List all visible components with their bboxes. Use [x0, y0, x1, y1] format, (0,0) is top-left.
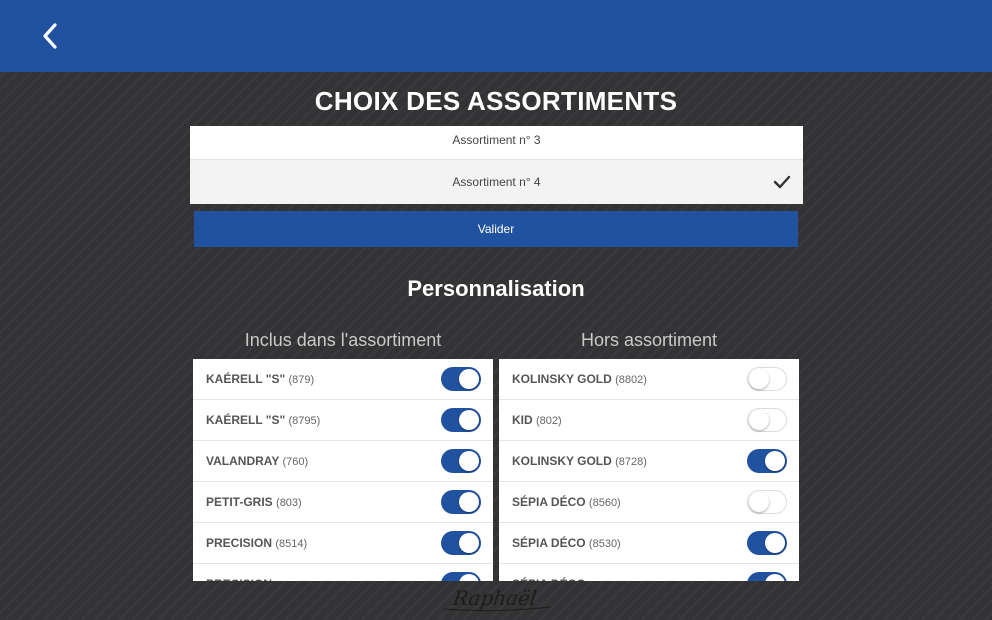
item-label: KOLINSKY GOLD (8802): [512, 372, 647, 386]
toggle-knob: [765, 533, 785, 553]
toggle-switch[interactable]: [747, 449, 787, 473]
item-name: KOLINSKY GOLD: [512, 372, 612, 386]
list-item: SÉPIA DÉCO (8530): [499, 523, 799, 564]
toggle-switch[interactable]: [747, 490, 787, 514]
item-code: (8795): [288, 415, 321, 427]
toggle-switch[interactable]: [747, 531, 787, 555]
item-label: KOLINSKY GOLD (8728): [512, 454, 647, 468]
chevron-left-icon: [43, 23, 57, 49]
toggle-switch[interactable]: [747, 367, 787, 391]
excluded-list: KOLINSKY GOLD (8802) KID (802) KOLINSKY GO…: [499, 359, 799, 581]
toggle-knob: [459, 574, 479, 581]
item-label: KID (802): [512, 413, 562, 427]
assortment-option-selected[interactable]: Assortiment n° 4: [190, 160, 803, 204]
toggle-knob: [459, 410, 479, 430]
toggle-knob: [459, 533, 479, 553]
item-name: KAÉRELL "S": [206, 372, 286, 386]
toggle-switch[interactable]: [441, 490, 481, 514]
item-label: SÉPIA DÉCO (8560): [512, 495, 621, 509]
top-app-bar: [0, 0, 992, 72]
back-button[interactable]: [30, 14, 70, 58]
toggle-switch[interactable]: [441, 531, 481, 555]
item-code: (803): [276, 497, 302, 509]
item-code: (8514): [275, 538, 308, 550]
item-name: SÉPIA DÉCO: [512, 577, 586, 581]
item-code: (8530): [588, 538, 621, 550]
page-title: CHOIX DES ASSORTIMENTS: [314, 86, 678, 116]
personalisation-title: Personnalisation: [407, 276, 585, 301]
toggle-knob: [749, 492, 769, 512]
item-name: KOLINSKY GOLD: [512, 454, 612, 468]
assortment-label: Assortiment n° 4: [452, 175, 541, 189]
item-label: SÉPIA DÉCO (8530): [512, 536, 621, 550]
excluded-column-title: Hors assortiment: [580, 330, 718, 350]
brand-logo-text: Raphaël: [451, 586, 539, 610]
item-name: PETIT-GRIS: [206, 495, 273, 509]
toggle-switch[interactable]: [441, 367, 481, 391]
toggle-switch[interactable]: [441, 408, 481, 432]
assortment-label: Assortiment n° 3: [452, 132, 541, 147]
toggle-knob: [765, 574, 785, 581]
included-list: KAÉRELL "S" (879) KAÉRELL "S" (8795) VALAN…: [193, 359, 493, 581]
list-item: KID (802): [499, 400, 799, 441]
item-code: (8728): [615, 456, 647, 468]
item-label: PRECISION: [206, 577, 272, 581]
item-label: KAÉRELL "S" (879): [206, 372, 314, 386]
assortment-option[interactable]: Assortiment n° 3: [190, 126, 803, 160]
item-name: KAÉRELL "S": [206, 413, 286, 427]
toggle-knob: [765, 451, 785, 471]
list-item: KOLINSKY GOLD (8802): [499, 359, 799, 400]
toggle-switch[interactable]: [747, 408, 787, 432]
item-name: KID: [512, 413, 533, 427]
item-name: VALANDRAY: [206, 454, 280, 468]
list-item: KOLINSKY GOLD (8728): [499, 441, 799, 482]
toggle-knob: [459, 451, 479, 471]
item-code: (879): [288, 374, 315, 386]
item-label: PRECISION (8514): [206, 536, 307, 550]
toggle-switch[interactable]: [747, 572, 787, 581]
list-item: VALANDRAY (760): [193, 441, 493, 482]
toggle-knob: [459, 492, 479, 512]
item-label: SÉPIA DÉCO: [512, 577, 586, 581]
toggle-switch[interactable]: [441, 449, 481, 473]
list-item: PRECISION: [193, 564, 493, 581]
item-code: (8560): [588, 497, 621, 509]
item-name: PRECISION: [206, 577, 272, 581]
item-name: SÉPIA DÉCO: [512, 536, 586, 550]
list-item: PRECISION (8514): [193, 523, 493, 564]
list-item: SÉPIA DÉCO (8560): [499, 482, 799, 523]
list-item: SÉPIA DÉCO: [499, 564, 799, 581]
list-item: KAÉRELL "S" (879): [193, 359, 493, 400]
item-label: VALANDRAY (760): [206, 454, 308, 468]
item-code: (802): [536, 415, 562, 427]
brand-logo: Raphaël: [442, 586, 552, 612]
checkmark-icon: [773, 175, 791, 189]
item-label: KAÉRELL "S" (8795): [206, 413, 320, 427]
included-column-title: Inclus dans l'assortiment: [244, 330, 442, 350]
list-item: KAÉRELL "S" (8795): [193, 400, 493, 441]
assortment-list: Assortiment n° 3 Assortiment n° 4: [190, 126, 803, 204]
validate-button[interactable]: Valider: [194, 211, 798, 247]
item-name: PRECISION: [206, 536, 273, 550]
toggle-knob: [459, 369, 479, 389]
item-name: SÉPIA DÉCO: [512, 495, 586, 509]
item-label: PETIT-GRIS (803): [206, 495, 302, 509]
list-item: PETIT-GRIS (803): [193, 482, 493, 523]
item-code: (760): [282, 456, 309, 468]
toggle-knob: [749, 369, 769, 389]
item-code: (8802): [615, 374, 647, 386]
toggle-switch[interactable]: [441, 572, 481, 581]
toggle-knob: [749, 410, 769, 430]
